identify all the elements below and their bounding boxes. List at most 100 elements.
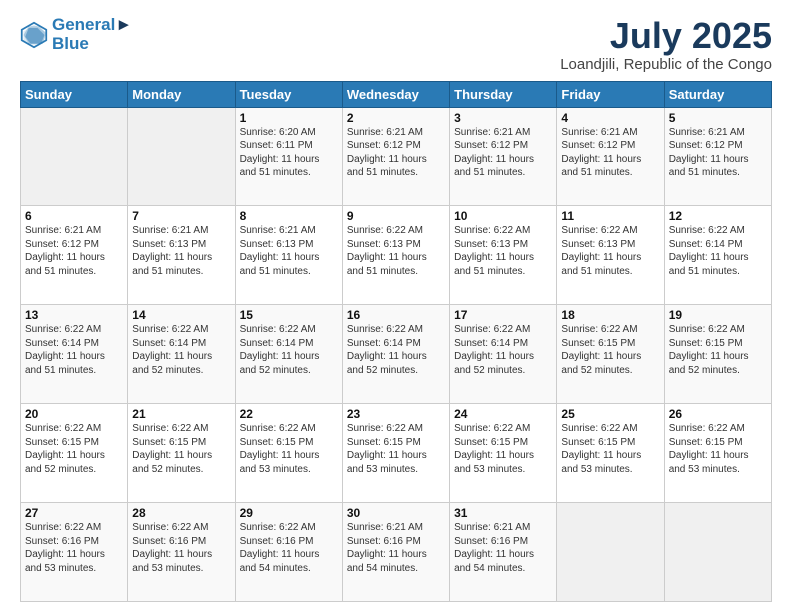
day-number: 9: [347, 209, 445, 223]
day-number: 5: [669, 111, 767, 125]
day-number: 6: [25, 209, 123, 223]
day-number: 14: [132, 308, 230, 322]
logo: General► Blue: [20, 16, 132, 53]
cell-content: Sunrise: 6:22 AM Sunset: 6:15 PM Dayligh…: [240, 422, 338, 476]
calendar-cell: 11Sunrise: 6:22 AM Sunset: 6:13 PM Dayli…: [557, 206, 664, 305]
day-header-thursday: Thursday: [450, 81, 557, 107]
calendar-cell: [664, 503, 771, 602]
cell-content: Sunrise: 6:21 AM Sunset: 6:16 PM Dayligh…: [347, 521, 445, 575]
cell-content: Sunrise: 6:21 AM Sunset: 6:13 PM Dayligh…: [240, 224, 338, 278]
day-number: 27: [25, 506, 123, 520]
cell-content: Sunrise: 6:22 AM Sunset: 6:14 PM Dayligh…: [132, 323, 230, 377]
calendar-cell: 21Sunrise: 6:22 AM Sunset: 6:15 PM Dayli…: [128, 404, 235, 503]
calendar-cell: 1Sunrise: 6:20 AM Sunset: 6:11 PM Daylig…: [235, 107, 342, 206]
title-block: July 2025 Loandjili, Republic of the Con…: [560, 16, 772, 73]
day-number: 24: [454, 407, 552, 421]
calendar-cell: 24Sunrise: 6:22 AM Sunset: 6:15 PM Dayli…: [450, 404, 557, 503]
calendar-cell: 6Sunrise: 6:21 AM Sunset: 6:12 PM Daylig…: [21, 206, 128, 305]
calendar-cell: 15Sunrise: 6:22 AM Sunset: 6:14 PM Dayli…: [235, 305, 342, 404]
logo-icon: [20, 21, 48, 49]
day-number: 15: [240, 308, 338, 322]
subtitle: Loandjili, Republic of the Congo: [560, 56, 772, 73]
cell-content: Sunrise: 6:22 AM Sunset: 6:16 PM Dayligh…: [132, 521, 230, 575]
calendar-cell: 4Sunrise: 6:21 AM Sunset: 6:12 PM Daylig…: [557, 107, 664, 206]
day-number: 31: [454, 506, 552, 520]
calendar-cell: 18Sunrise: 6:22 AM Sunset: 6:15 PM Dayli…: [557, 305, 664, 404]
day-header-saturday: Saturday: [664, 81, 771, 107]
day-number: 11: [561, 209, 659, 223]
cell-content: Sunrise: 6:22 AM Sunset: 6:14 PM Dayligh…: [454, 323, 552, 377]
calendar-cell: 3Sunrise: 6:21 AM Sunset: 6:12 PM Daylig…: [450, 107, 557, 206]
cell-content: Sunrise: 6:22 AM Sunset: 6:15 PM Dayligh…: [347, 422, 445, 476]
calendar-cell: 12Sunrise: 6:22 AM Sunset: 6:14 PM Dayli…: [664, 206, 771, 305]
cell-content: Sunrise: 6:22 AM Sunset: 6:13 PM Dayligh…: [347, 224, 445, 278]
calendar-header: SundayMondayTuesdayWednesdayThursdayFrid…: [21, 81, 772, 107]
day-number: 26: [669, 407, 767, 421]
cell-content: Sunrise: 6:21 AM Sunset: 6:12 PM Dayligh…: [669, 126, 767, 180]
calendar-cell: 9Sunrise: 6:22 AM Sunset: 6:13 PM Daylig…: [342, 206, 449, 305]
calendar-cell: 23Sunrise: 6:22 AM Sunset: 6:15 PM Dayli…: [342, 404, 449, 503]
day-number: 17: [454, 308, 552, 322]
calendar-week-3: 13Sunrise: 6:22 AM Sunset: 6:14 PM Dayli…: [21, 305, 772, 404]
day-number: 10: [454, 209, 552, 223]
cell-content: Sunrise: 6:22 AM Sunset: 6:15 PM Dayligh…: [561, 323, 659, 377]
day-number: 22: [240, 407, 338, 421]
main-title: July 2025: [560, 16, 772, 56]
day-header-wednesday: Wednesday: [342, 81, 449, 107]
calendar-week-2: 6Sunrise: 6:21 AM Sunset: 6:12 PM Daylig…: [21, 206, 772, 305]
day-number: 12: [669, 209, 767, 223]
cell-content: Sunrise: 6:22 AM Sunset: 6:15 PM Dayligh…: [669, 323, 767, 377]
day-number: 19: [669, 308, 767, 322]
calendar-cell: 30Sunrise: 6:21 AM Sunset: 6:16 PM Dayli…: [342, 503, 449, 602]
calendar-cell: 19Sunrise: 6:22 AM Sunset: 6:15 PM Dayli…: [664, 305, 771, 404]
calendar-cell: 16Sunrise: 6:22 AM Sunset: 6:14 PM Dayli…: [342, 305, 449, 404]
cell-content: Sunrise: 6:22 AM Sunset: 6:14 PM Dayligh…: [25, 323, 123, 377]
cell-content: Sunrise: 6:22 AM Sunset: 6:15 PM Dayligh…: [669, 422, 767, 476]
calendar-cell: 8Sunrise: 6:21 AM Sunset: 6:13 PM Daylig…: [235, 206, 342, 305]
day-number: 30: [347, 506, 445, 520]
cell-content: Sunrise: 6:21 AM Sunset: 6:12 PM Dayligh…: [25, 224, 123, 278]
cell-content: Sunrise: 6:21 AM Sunset: 6:13 PM Dayligh…: [132, 224, 230, 278]
page: General► Blue July 2025 Loandjili, Repub…: [0, 0, 792, 612]
cell-content: Sunrise: 6:22 AM Sunset: 6:14 PM Dayligh…: [669, 224, 767, 278]
cell-content: Sunrise: 6:22 AM Sunset: 6:14 PM Dayligh…: [240, 323, 338, 377]
logo-line2: Blue: [52, 35, 132, 54]
day-number: 25: [561, 407, 659, 421]
cell-content: Sunrise: 6:21 AM Sunset: 6:16 PM Dayligh…: [454, 521, 552, 575]
day-number: 1: [240, 111, 338, 125]
header: General► Blue July 2025 Loandjili, Repub…: [20, 16, 772, 73]
calendar-cell: 26Sunrise: 6:22 AM Sunset: 6:15 PM Dayli…: [664, 404, 771, 503]
calendar-cell: 7Sunrise: 6:21 AM Sunset: 6:13 PM Daylig…: [128, 206, 235, 305]
day-number: 18: [561, 308, 659, 322]
cell-content: Sunrise: 6:21 AM Sunset: 6:12 PM Dayligh…: [561, 126, 659, 180]
calendar-cell: [128, 107, 235, 206]
day-number: 3: [454, 111, 552, 125]
day-header-sunday: Sunday: [21, 81, 128, 107]
calendar-table: SundayMondayTuesdayWednesdayThursdayFrid…: [20, 81, 772, 602]
day-number: 28: [132, 506, 230, 520]
calendar-cell: 10Sunrise: 6:22 AM Sunset: 6:13 PM Dayli…: [450, 206, 557, 305]
cell-content: Sunrise: 6:21 AM Sunset: 6:12 PM Dayligh…: [454, 126, 552, 180]
cell-content: Sunrise: 6:22 AM Sunset: 6:15 PM Dayligh…: [132, 422, 230, 476]
calendar-cell: 17Sunrise: 6:22 AM Sunset: 6:14 PM Dayli…: [450, 305, 557, 404]
calendar-cell: 31Sunrise: 6:21 AM Sunset: 6:16 PM Dayli…: [450, 503, 557, 602]
calendar-week-4: 20Sunrise: 6:22 AM Sunset: 6:15 PM Dayli…: [21, 404, 772, 503]
calendar-cell: [557, 503, 664, 602]
day-header-monday: Monday: [128, 81, 235, 107]
day-header-row: SundayMondayTuesdayWednesdayThursdayFrid…: [21, 81, 772, 107]
cell-content: Sunrise: 6:22 AM Sunset: 6:14 PM Dayligh…: [347, 323, 445, 377]
cell-content: Sunrise: 6:21 AM Sunset: 6:12 PM Dayligh…: [347, 126, 445, 180]
cell-content: Sunrise: 6:20 AM Sunset: 6:11 PM Dayligh…: [240, 126, 338, 180]
cell-content: Sunrise: 6:22 AM Sunset: 6:13 PM Dayligh…: [561, 224, 659, 278]
calendar-cell: 20Sunrise: 6:22 AM Sunset: 6:15 PM Dayli…: [21, 404, 128, 503]
calendar-cell: [21, 107, 128, 206]
calendar-cell: 14Sunrise: 6:22 AM Sunset: 6:14 PM Dayli…: [128, 305, 235, 404]
cell-content: Sunrise: 6:22 AM Sunset: 6:13 PM Dayligh…: [454, 224, 552, 278]
calendar-cell: 25Sunrise: 6:22 AM Sunset: 6:15 PM Dayli…: [557, 404, 664, 503]
calendar-cell: 29Sunrise: 6:22 AM Sunset: 6:16 PM Dayli…: [235, 503, 342, 602]
calendar-body: 1Sunrise: 6:20 AM Sunset: 6:11 PM Daylig…: [21, 107, 772, 601]
calendar-week-5: 27 Sunrise: 6:22 AM Sunset: 6:16 PM Dayli…: [21, 503, 772, 602]
day-number: 13: [25, 308, 123, 322]
calendar-cell: 28Sunrise: 6:22 AM Sunset: 6:16 PM Dayli…: [128, 503, 235, 602]
day-number: 16: [347, 308, 445, 322]
